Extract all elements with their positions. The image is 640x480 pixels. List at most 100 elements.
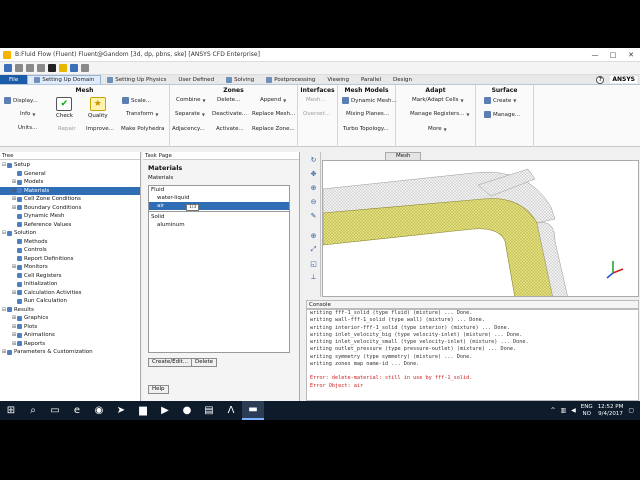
- tree-item[interactable]: ⊞ Reports: [0, 340, 140, 349]
- delete-zone-button[interactable]: Delete...: [217, 97, 240, 103]
- delete-button[interactable]: Delete: [191, 358, 218, 367]
- volume-icon[interactable]: ◀: [571, 407, 576, 414]
- close-button[interactable]: ✕: [622, 48, 640, 62]
- tray-expand-icon[interactable]: ^: [550, 407, 555, 414]
- view-icon[interactable]: ◱: [309, 259, 318, 268]
- tree-item[interactable]: ⊞ Models: [0, 178, 140, 187]
- mesh-tab[interactable]: Mesh: [385, 152, 422, 160]
- network-icon[interactable]: ▥: [561, 407, 567, 414]
- ansys-workbench-icon[interactable]: Λ: [220, 401, 242, 420]
- tab-solving[interactable]: Solving: [220, 75, 260, 84]
- manage-registers-button[interactable]: Manage Registers... ▼: [410, 111, 469, 117]
- tree-item[interactable]: Methods: [0, 238, 140, 247]
- clock[interactable]: 12:52 PM 9/4/2017: [598, 404, 624, 418]
- material-item[interactable]: aluminum: [149, 221, 289, 229]
- task-view-icon[interactable]: ▭: [44, 401, 66, 420]
- graphics-viewport[interactable]: [322, 160, 639, 297]
- tree-item[interactable]: ⊟ Solution: [0, 229, 140, 238]
- zoom-out-icon[interactable]: ⊖: [309, 197, 318, 206]
- separate-button[interactable]: Separate ▼: [175, 111, 205, 117]
- axes-icon[interactable]: ⟂: [309, 273, 318, 282]
- check-button[interactable]: ✔ Check: [56, 97, 73, 119]
- units-button[interactable]: Units...: [18, 125, 37, 131]
- help-icon[interactable]: [81, 64, 89, 72]
- chrome-icon[interactable]: ◉: [88, 401, 110, 420]
- tree-item[interactable]: ⊞ Boundary Conditions: [0, 204, 140, 213]
- tree-item[interactable]: ⊞ Animations: [0, 331, 140, 340]
- zoom-box-icon[interactable]: ⊕: [309, 231, 318, 240]
- tree-item[interactable]: Run Calculation: [0, 297, 140, 306]
- transform-button[interactable]: Transform ▼: [126, 111, 158, 117]
- notifications-icon[interactable]: ▢: [628, 407, 634, 414]
- probe-icon[interactable]: ✎: [309, 211, 318, 220]
- material-item[interactable]: water-liquid: [149, 194, 289, 202]
- ansys-a-icon[interactable]: [48, 64, 56, 72]
- media-player-icon[interactable]: ▶: [154, 401, 176, 420]
- tab-user-defined[interactable]: User Defined: [172, 75, 220, 84]
- display-button[interactable]: Display...: [4, 97, 38, 104]
- tree-item[interactable]: ⊞ Monitors: [0, 263, 140, 272]
- material-item[interactable]: air: [149, 202, 289, 210]
- scale-button[interactable]: Scale...: [122, 97, 151, 104]
- tree-item[interactable]: ⊟ Setup: [0, 161, 140, 170]
- tree-item[interactable]: ⊞ Parameters & Customization: [0, 348, 140, 357]
- make-polyhedra-button[interactable]: Make Polyhedra: [121, 126, 165, 132]
- help-button[interactable]: Help: [148, 385, 169, 394]
- language-indicator[interactable]: ENG NO: [581, 404, 593, 418]
- create-surface-button[interactable]: Create ▼: [484, 97, 516, 104]
- telegram-icon[interactable]: ➤: [110, 401, 132, 420]
- edge-browser-icon[interactable]: e: [66, 401, 88, 420]
- dynamic-mesh-button[interactable]: Dynamic Mesh...: [342, 97, 397, 104]
- tab-setting-up-physics[interactable]: Setting Up Physics: [101, 75, 172, 84]
- quality-button[interactable]: ★ Quality: [88, 97, 108, 119]
- record-icon[interactable]: ●: [176, 401, 198, 420]
- tree-item[interactable]: Dynamic Mesh: [0, 212, 140, 221]
- tree-item[interactable]: Reference Values: [0, 221, 140, 230]
- tree-item[interactable]: ⊞ Plots: [0, 323, 140, 332]
- tree-item[interactable]: ⊞ Cell Zone Conditions: [0, 195, 140, 204]
- tab-file[interactable]: File: [0, 75, 28, 84]
- replace-mesh-button[interactable]: Replace Mesh...: [252, 111, 295, 117]
- replace-zone-button[interactable]: Replace Zone...: [252, 126, 295, 132]
- rotate-icon[interactable]: ↻: [309, 155, 318, 164]
- zoom-in-icon[interactable]: ⊕: [309, 183, 318, 192]
- more-button[interactable]: More ▼: [428, 126, 447, 132]
- combine-button[interactable]: Combine ▼: [176, 97, 206, 103]
- capture-icon[interactable]: [26, 64, 34, 72]
- materials-list[interactable]: Fluid water-liquid air Solid aluminum: [148, 185, 290, 353]
- help-icon[interactable]: ?: [596, 75, 605, 84]
- deactivate-button[interactable]: Deactivate...: [212, 111, 247, 117]
- tree-item[interactable]: ⊟ Results: [0, 306, 140, 315]
- minimize-button[interactable]: —: [586, 48, 604, 62]
- save-icon[interactable]: [15, 64, 23, 72]
- info-button[interactable]: Info ▼: [20, 111, 36, 117]
- improve-button[interactable]: Improve...: [86, 126, 114, 132]
- mark-adapt-cells-button[interactable]: Mark/Adapt Cells ▼: [412, 97, 464, 103]
- mixing-planes-button[interactable]: Mixing Planes...: [346, 111, 389, 117]
- settings-icon[interactable]: [70, 64, 78, 72]
- windows-start-icon[interactable]: ⊞: [0, 401, 22, 420]
- tree-item[interactable]: Controls: [0, 246, 140, 255]
- tab-design[interactable]: Design: [387, 75, 418, 84]
- tab-setting-up-domain[interactable]: Setting Up Domain: [27, 75, 102, 84]
- tree-item[interactable]: Cell Registers: [0, 272, 140, 281]
- tree-item[interactable]: General: [0, 170, 140, 179]
- fit-icon[interactable]: ⤢: [309, 245, 318, 254]
- word-icon[interactable]: ▤: [198, 401, 220, 420]
- console-output[interactable]: writing fff-1_solid (type fluid) (mixtur…: [306, 309, 639, 401]
- tree-item[interactable]: Initialization: [0, 280, 140, 289]
- tree-item[interactable]: ⊞ Calculation Activities: [0, 289, 140, 298]
- tree-item[interactable]: Report Definitions: [0, 255, 140, 264]
- file-explorer-icon[interactable]: ▆: [132, 401, 154, 420]
- tree-item[interactable]: ⊞ Materials: [0, 186, 140, 195]
- create-edit-button[interactable]: Create/Edit...: [148, 358, 193, 367]
- activate-button[interactable]: Activate...: [216, 126, 244, 132]
- layout-icon[interactable]: [37, 64, 45, 72]
- search-icon[interactable]: ⌕: [22, 401, 44, 420]
- tab-parallel[interactable]: Parallel: [355, 75, 387, 84]
- open-icon[interactable]: [4, 64, 12, 72]
- tab-postprocessing[interactable]: Postprocessing: [260, 75, 321, 84]
- adjacency-button[interactable]: Adjacency...: [172, 126, 205, 132]
- wizard-icon[interactable]: [59, 64, 67, 72]
- maximize-button[interactable]: □: [604, 48, 622, 62]
